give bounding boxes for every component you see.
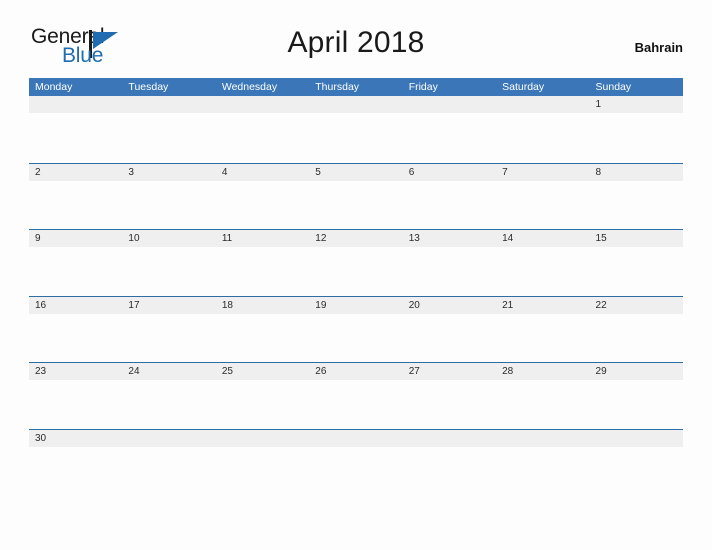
week-row: 1 (29, 96, 683, 163)
page-title: April 2018 (287, 26, 425, 59)
day-cell[interactable]: 2 (29, 164, 122, 181)
day-cell[interactable] (590, 430, 683, 447)
week-row: 16 17 18 19 20 21 22 (29, 295, 683, 362)
weekday-friday: Friday (408, 81, 438, 93)
day-cell[interactable]: 5 (309, 164, 402, 181)
country-label: Bahrain (634, 40, 683, 55)
day-cell[interactable] (29, 96, 122, 113)
day-cell[interactable]: 16 (29, 297, 122, 314)
day-cell[interactable]: 23 (29, 363, 122, 380)
day-cell[interactable] (309, 96, 402, 113)
day-cell[interactable]: 25 (216, 363, 309, 380)
day-cell[interactable]: 18 (216, 297, 309, 314)
day-cell[interactable]: 1 (590, 96, 683, 113)
day-cell[interactable]: 22 (590, 297, 683, 314)
week-note-area[interactable] (29, 180, 683, 229)
day-cell[interactable]: 9 (29, 230, 122, 247)
day-number-band: 30 (29, 429, 683, 447)
day-cell[interactable]: 6 (403, 164, 496, 181)
weekday-header-row: Monday Tuesday Wednesday Thursday Friday… (29, 78, 683, 96)
day-cell[interactable] (496, 430, 589, 447)
page-header: General Blue April 2018 Bahrain (0, 0, 712, 66)
day-number-band: 9 10 11 12 13 14 15 (29, 230, 683, 247)
week-note-area[interactable] (29, 247, 683, 295)
weekday-thursday: Thursday (315, 81, 360, 93)
day-number-band: 2 3 4 5 6 7 8 (29, 163, 683, 181)
day-cell[interactable]: 10 (122, 230, 215, 247)
day-cell[interactable] (309, 430, 402, 447)
day-cell[interactable]: 24 (122, 363, 215, 380)
day-cell[interactable] (122, 430, 215, 447)
day-cell[interactable]: 8 (590, 164, 683, 181)
weekday-monday: Monday (35, 81, 73, 93)
week-row: 2 3 4 5 6 7 8 (29, 162, 683, 229)
day-cell[interactable]: 15 (590, 230, 683, 247)
day-cell[interactable]: 19 (309, 297, 402, 314)
day-cell[interactable] (496, 96, 589, 113)
week-note-area[interactable] (29, 446, 683, 495)
week-row: 9 10 11 12 13 14 15 (29, 229, 683, 296)
day-cell[interactable] (216, 96, 309, 113)
day-cell[interactable] (122, 96, 215, 113)
weekday-wednesday: Wednesday (221, 81, 278, 93)
day-cell[interactable]: 28 (496, 363, 589, 380)
day-cell[interactable]: 11 (216, 230, 309, 247)
day-cell[interactable]: 4 (216, 164, 309, 181)
day-cell[interactable] (403, 96, 496, 113)
day-cell[interactable] (403, 430, 496, 447)
week-note-area[interactable] (29, 113, 683, 161)
weekday-tuesday: Tuesday (128, 81, 169, 93)
day-cell[interactable] (216, 430, 309, 447)
week-row: 30 (29, 428, 683, 495)
day-cell[interactable]: 7 (496, 164, 589, 181)
weekday-saturday: Saturday (502, 81, 545, 93)
day-cell[interactable]: 13 (403, 230, 496, 247)
day-cell[interactable]: 14 (496, 230, 589, 247)
day-number-band: 23 24 25 26 27 28 29 (29, 363, 683, 380)
week-row: 23 24 25 26 27 28 29 (29, 362, 683, 429)
day-cell[interactable]: 30 (29, 430, 122, 447)
day-cell[interactable]: 26 (309, 363, 402, 380)
day-cell[interactable]: 12 (309, 230, 402, 247)
day-cell[interactable]: 17 (122, 297, 215, 314)
weekday-sunday: Sunday (595, 81, 632, 93)
day-number-band: 1 (29, 96, 683, 113)
week-note-area[interactable] (29, 380, 683, 428)
day-cell[interactable]: 27 (403, 363, 496, 380)
day-cell[interactable]: 3 (122, 164, 215, 181)
calendar-grid: Monday Tuesday Wednesday Thursday Friday… (29, 78, 683, 495)
day-cell[interactable]: 20 (403, 297, 496, 314)
week-note-area[interactable] (29, 313, 683, 362)
calendar-page: General Blue April 2018 Bahrain Monday T… (0, 0, 712, 550)
day-cell[interactable]: 29 (590, 363, 683, 380)
day-number-band: 16 17 18 19 20 21 22 (29, 296, 683, 314)
day-cell[interactable]: 21 (496, 297, 589, 314)
